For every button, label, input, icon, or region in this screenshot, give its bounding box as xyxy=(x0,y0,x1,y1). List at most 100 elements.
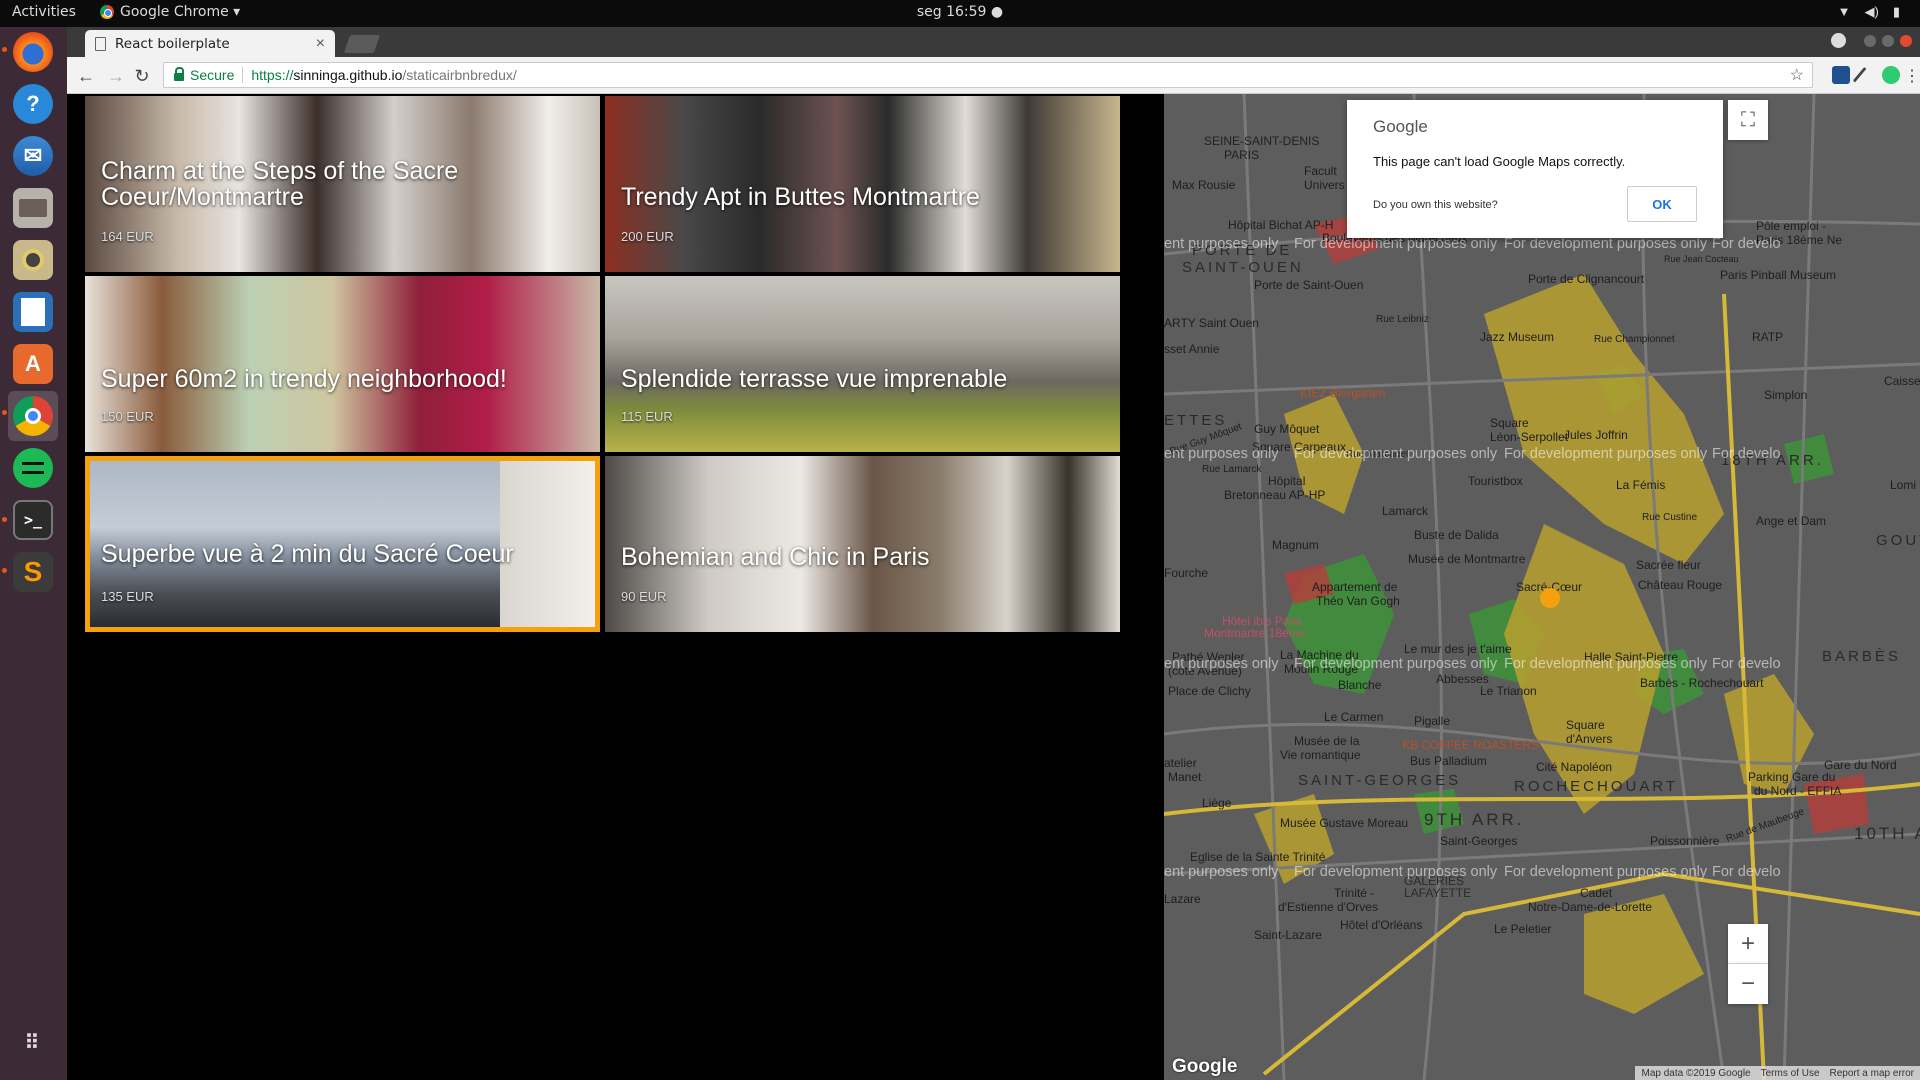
google-map-logo: Google xyxy=(1172,1056,1238,1077)
dock-chrome[interactable] xyxy=(8,391,58,441)
back-button[interactable]: ← xyxy=(73,63,99,89)
map-district: 9TH ARR. xyxy=(1424,810,1525,829)
map-label: Facult xyxy=(1304,164,1337,178)
reload-button[interactable]: ↻ xyxy=(129,63,155,89)
extension-icon[interactable] xyxy=(1832,66,1850,84)
grid-icon: ⠿ xyxy=(24,1031,42,1054)
report-error-link[interactable]: Report a map error xyxy=(1830,1068,1914,1079)
map-label: Barbès - Rochechouart xyxy=(1640,676,1764,690)
map-label: Léon-Serpollet xyxy=(1490,430,1569,444)
map-label: Cadet xyxy=(1580,886,1613,900)
map[interactable]: SEINE-SAINT-DENIS PARIS Max Rousie Facul… xyxy=(1164,94,1920,1080)
dock-spotify[interactable] xyxy=(8,443,58,493)
forward-button[interactable]: → xyxy=(103,63,129,89)
zoom-out-button[interactable]: − xyxy=(1728,964,1768,1004)
listing-card[interactable]: Super 60m2 in trendy neighborhood! 150 E… xyxy=(85,276,600,452)
map-label: Porte de Saint-Ouen xyxy=(1254,278,1364,292)
dev-watermark: For develo xyxy=(1712,656,1781,672)
map-attribution: Map data ©2019 Google Terms of Use Repor… xyxy=(1635,1066,1920,1080)
map-label: Max Rousie xyxy=(1172,178,1236,192)
dock-files[interactable] xyxy=(8,183,58,233)
browser-toolbar: ← → ↻ Secure https:// sinninga.github.io… xyxy=(67,57,1920,94)
map-label: Bus Palladium xyxy=(1410,754,1487,768)
system-tray[interactable]: ▼ ◀) ▮ xyxy=(1838,4,1900,20)
dev-watermark: For development purposes only xyxy=(1294,446,1498,462)
listing-price: 200 EUR xyxy=(621,229,674,244)
extension-icon-green[interactable] xyxy=(1882,66,1900,84)
activities-button[interactable]: Activities xyxy=(12,4,76,20)
bookmark-star-icon[interactable]: ☆ xyxy=(1790,65,1804,85)
map-label: Pigalle xyxy=(1414,714,1451,728)
map-district: SAINT-OUEN xyxy=(1182,259,1304,276)
map-label: Univers xyxy=(1304,178,1345,192)
map-label: Jules Joffrin xyxy=(1564,428,1628,442)
map-district: ETTES xyxy=(1164,412,1228,429)
map-label: Château Rouge xyxy=(1638,578,1723,592)
map-label: Musée Gustave Moreau xyxy=(1280,816,1409,830)
maximize-button[interactable] xyxy=(1882,34,1894,47)
map-label: Guy Môquet xyxy=(1254,422,1320,436)
fullscreen-button[interactable]: ⛶ xyxy=(1728,100,1768,140)
map-label: Caisse xyxy=(1884,374,1920,388)
dock-software[interactable]: A xyxy=(8,339,58,389)
map-label: Théo Van Gogh xyxy=(1316,594,1400,608)
minimize-button[interactable] xyxy=(1864,34,1876,47)
listing-title: Trendy Apt in Buttes Montmartre xyxy=(621,183,980,211)
close-window-button[interactable] xyxy=(1900,34,1912,47)
listing-title: Charm at the Steps of the Sacre Coeur/Mo… xyxy=(101,157,459,211)
chrome-icon xyxy=(100,5,114,19)
dock-thunderbird[interactable]: ✉ xyxy=(8,131,58,181)
volume-icon: ◀) xyxy=(1864,4,1879,19)
map-label: Rue Custine xyxy=(1642,512,1698,523)
listing-price: 115 EUR xyxy=(621,409,673,424)
app-menu[interactable]: Google Chrome ▾ xyxy=(100,4,240,20)
zoom-in-button[interactable]: + xyxy=(1728,924,1768,964)
map-data-credit: Map data ©2019 Google xyxy=(1641,1067,1751,1079)
listing-card[interactable]: Trendy Apt in Buttes Montmartre 200 EUR xyxy=(605,96,1120,272)
dock-help[interactable]: ? xyxy=(8,79,58,129)
dev-watermark: For develo xyxy=(1712,236,1781,252)
listing-card-selected[interactable]: Superbe vue à 2 min du Sacré Coeur 135 E… xyxy=(85,456,600,632)
tab-strip: React boilerplate × xyxy=(67,27,1920,57)
listing-card[interactable]: Bohemian and Chic in Paris 90 EUR xyxy=(605,456,1120,632)
running-indicator xyxy=(2,410,7,415)
dev-watermark: ent purposes only xyxy=(1164,864,1279,880)
map-label: Square xyxy=(1566,718,1605,732)
eyedropper-icon[interactable] xyxy=(1852,66,1868,84)
map-label: Saint-Georges xyxy=(1440,834,1518,848)
menu-icon[interactable]: ⋮ xyxy=(1899,63,1920,89)
new-tab-button[interactable] xyxy=(343,35,381,53)
dock-firefox[interactable] xyxy=(8,27,58,77)
ok-button[interactable]: OK xyxy=(1627,186,1697,222)
app-name: Google Chrome ▾ xyxy=(120,4,241,20)
clock[interactable]: seg 16:59 ● xyxy=(0,4,1920,20)
tab-title: React boilerplate xyxy=(115,35,230,52)
dock-writer[interactable] xyxy=(8,287,58,337)
tab-react-boilerplate[interactable]: React boilerplate × xyxy=(85,30,335,57)
dock-show-apps[interactable]: ⠿ xyxy=(8,1017,58,1067)
listing-card[interactable]: Splendide terrasse vue imprenable 115 EU… xyxy=(605,276,1120,452)
terms-link[interactable]: Terms of Use xyxy=(1761,1068,1820,1079)
profile-icon[interactable] xyxy=(1831,33,1846,48)
address-bar[interactable]: Secure https:// sinninga.github.io /stat… xyxy=(163,62,1813,88)
running-indicator xyxy=(2,47,7,52)
listing-price: 135 EUR xyxy=(101,589,154,604)
dock-rhythmbox[interactable] xyxy=(8,235,58,285)
map-label: Parking Gare du xyxy=(1748,770,1836,784)
error-message: This page can't load Google Maps correct… xyxy=(1373,154,1626,169)
help-icon: ? xyxy=(13,84,53,124)
spotify-icon xyxy=(13,448,53,488)
url-path: /staticairbnbredux/ xyxy=(402,67,517,83)
divider xyxy=(242,67,244,83)
dock-terminal[interactable]: >_ xyxy=(8,495,58,545)
map-label: PARIS xyxy=(1224,148,1260,162)
dock-sublime[interactable]: S xyxy=(8,547,58,597)
close-tab-icon[interactable]: × xyxy=(316,35,325,53)
listing-price: 90 EUR xyxy=(621,589,667,604)
firefox-icon xyxy=(13,32,53,72)
listing-marker[interactable] xyxy=(1540,588,1560,608)
listing-title: Super 60m2 in trendy neighborhood! xyxy=(101,365,507,393)
listing-card[interactable]: Charm at the Steps of the Sacre Coeur/Mo… xyxy=(85,96,600,272)
map-label: Porte de Clignancourt xyxy=(1528,272,1645,286)
map-label: Square xyxy=(1490,416,1529,430)
